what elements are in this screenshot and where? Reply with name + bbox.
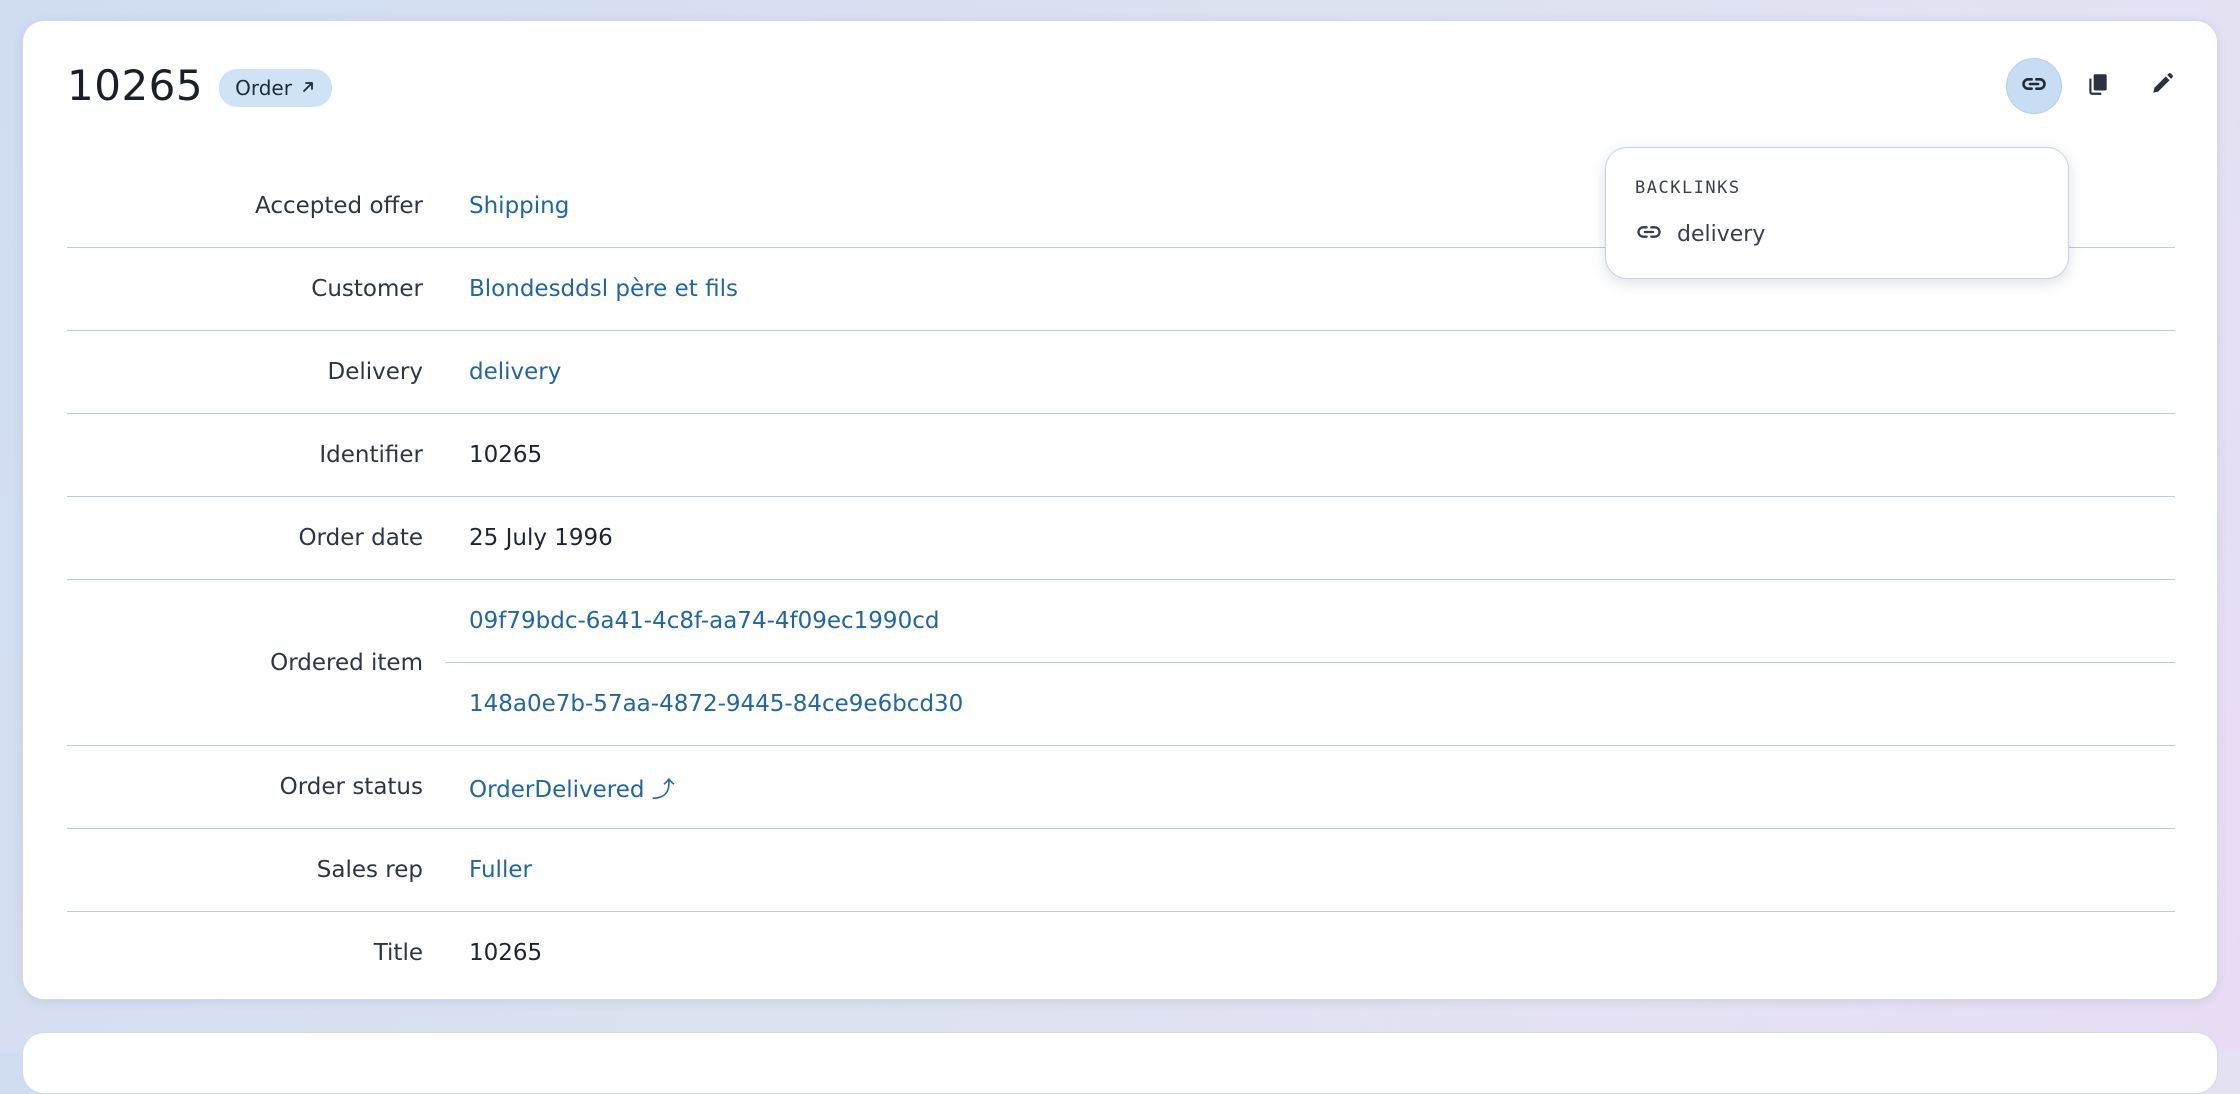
pencil-icon [2149,71,2175,101]
accepted-offer-link[interactable]: Shipping [469,193,569,219]
secondary-card [22,1032,2218,1094]
copy-button[interactable] [2071,59,2125,113]
field-row-identifier: Identifier 10265 [67,414,2175,497]
field-label: Accepted offer [255,193,423,219]
field-label: Identifier [319,442,423,468]
field-label: Title [373,940,423,966]
order-date-value: 25 July 1996 [469,525,613,551]
field-row-ordered-item: Ordered item 09f79bdc-6a41-4c8f-aa74-4f0… [67,580,2175,746]
properties-table: Accepted offer Shipping Customer Blondes… [67,165,2175,994]
toolbar [2007,59,2189,113]
field-value: 148a0e7b-57aa-4872-9445-84ce9e6bcd30 [445,662,2175,745]
field-label: Ordered item [270,649,423,676]
field-label: Order status [279,774,423,800]
type-badge-label: Order [235,75,292,100]
field-value: Fuller [445,829,2175,911]
identifier-value: 10265 [469,442,543,468]
field-row-sales-rep: Sales rep Fuller [67,829,2175,912]
type-badge[interactable]: Order [219,68,332,107]
customer-link[interactable]: Blondesddsl père et fils [469,276,738,302]
backlinks-popover: BACKLINKS delivery [1605,147,2069,279]
delivery-link[interactable]: delivery [469,359,561,385]
field-value: 09f79bdc-6a41-4c8f-aa74-4f09ec1990cd [445,580,2175,662]
edit-button[interactable] [2135,59,2189,113]
field-row-title: Title 10265 [67,912,2175,994]
field-value: OrderDelivered ⤴ [445,746,2175,828]
field-row-delivery: Delivery delivery [67,331,2175,414]
field-label: Delivery [327,359,423,385]
title-value: 10265 [469,940,543,966]
link-icon [2020,70,2048,102]
copy-icon [2085,71,2111,101]
sales-rep-link[interactable]: Fuller [469,857,532,883]
field-label: Order date [298,525,423,551]
record-title: 10265 [67,61,204,110]
ordered-item-link[interactable]: 09f79bdc-6a41-4c8f-aa74-4f09ec1990cd [469,608,939,634]
order-status-link[interactable]: OrderDelivered ⤴ [469,770,675,804]
record-header: 10265 Order [67,61,332,110]
backlink-label: delivery [1677,221,1766,247]
record-card: 10265 Order Accepted offer Shipping Cust… [22,20,2218,1000]
field-label: Customer [311,276,423,302]
arrow-up-right-icon [300,76,316,100]
backlinks-button[interactable] [2007,59,2061,113]
ordered-item-link[interactable]: 148a0e7b-57aa-4872-9445-84ce9e6bcd30 [469,691,963,717]
backlink-item[interactable]: delivery [1635,218,1765,250]
field-row-order-status: Order status OrderDelivered ⤴ [67,746,2175,829]
field-row-order-date: Order date 25 July 1996 [67,497,2175,580]
backlinks-heading: BACKLINKS [1635,178,1741,198]
field-label: Sales rep [316,857,423,883]
field-value: delivery [445,331,2175,413]
link-icon [1635,218,1663,250]
